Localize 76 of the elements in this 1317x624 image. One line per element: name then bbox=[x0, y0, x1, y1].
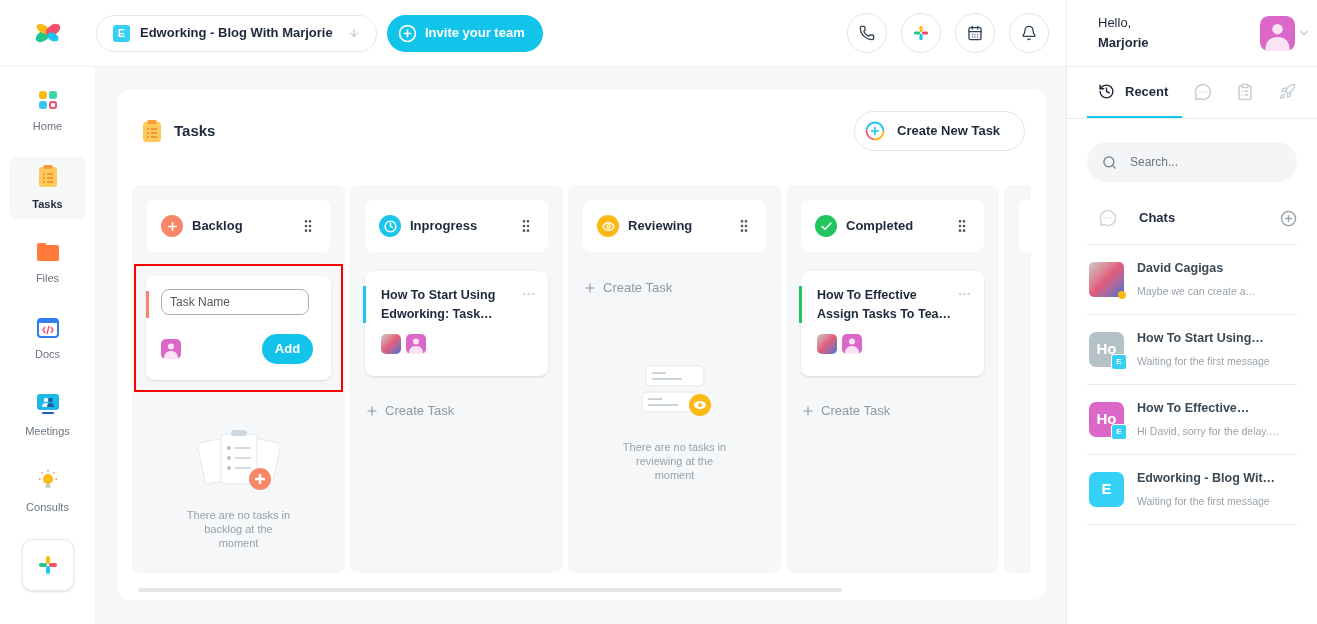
avatar-icon bbox=[842, 334, 862, 354]
sparkle-icon bbox=[913, 25, 929, 41]
board-title: Tasks bbox=[174, 120, 216, 141]
sidebar-item[interactable]: Consults bbox=[9, 461, 86, 523]
grid-icon bbox=[37, 89, 58, 110]
accent-bar bbox=[363, 286, 366, 323]
chat-preview: Maybe we can create a… bbox=[1137, 284, 1257, 299]
chat-name: David Cagigas bbox=[1137, 260, 1225, 278]
monitor-people-icon bbox=[35, 392, 60, 415]
sidebar-item[interactable]: Tasks bbox=[9, 157, 86, 219]
chat-item[interactable]: E Edworking - Blog Wit… Waiting for the first message bbox=[1087, 455, 1297, 525]
plus-circle-icon bbox=[1280, 209, 1297, 227]
search-field[interactable]: Search... bbox=[1087, 142, 1297, 182]
folder-icon bbox=[35, 241, 60, 262]
task-card[interactable]: How To Effective Assign Tasks To Tea… bbox=[801, 271, 984, 376]
column-title: Backlog bbox=[192, 217, 243, 236]
plus-icon bbox=[801, 403, 815, 418]
avatar-icon bbox=[406, 334, 426, 354]
chat-preview: Waiting for the first message bbox=[1137, 494, 1271, 509]
chat-item[interactable]: David Cagigas Maybe we can create a… bbox=[1087, 245, 1297, 315]
accent-bar bbox=[799, 286, 802, 323]
chat-item[interactable]: Ho E How To Start Using… Waiting for the first message bbox=[1087, 315, 1297, 385]
greeting-text: Hello, bbox=[1098, 14, 1133, 32]
workspace-badge: E bbox=[1111, 424, 1127, 440]
photo-placeholder bbox=[1089, 262, 1124, 297]
task-card[interactable]: How To Start Using Edworking: Task… bbox=[365, 271, 548, 376]
bell-icon bbox=[1021, 25, 1037, 41]
chat-name: How To Start Using… bbox=[1137, 330, 1265, 348]
panel-tab[interactable]: Recent bbox=[1087, 67, 1182, 118]
sidebar-item[interactable]: Docs bbox=[9, 309, 86, 371]
arrow-down-icon bbox=[348, 27, 360, 39]
code-window-icon bbox=[36, 317, 59, 338]
empty-state-text: There are no tasks in reviewing at the moment bbox=[621, 439, 728, 482]
user-name: Marjorie bbox=[1098, 34, 1149, 52]
sidebar-item[interactable]: Home bbox=[9, 81, 86, 143]
chat-preview: Hi David, sorry for the delay.… bbox=[1137, 424, 1280, 439]
chat-name: Edworking - Blog Wit… bbox=[1137, 470, 1276, 488]
column-title: Reviewing bbox=[628, 217, 693, 236]
clipboard-icon bbox=[142, 119, 162, 143]
column-title: Inprogress bbox=[410, 217, 478, 236]
sidebar-item[interactable]: Files bbox=[9, 233, 86, 295]
workspace-badge: E bbox=[1111, 354, 1127, 370]
chat-avatar: E bbox=[1089, 472, 1124, 507]
calendar-icon bbox=[967, 25, 983, 41]
task-title: How To Start Using Edworking: Task… bbox=[381, 287, 497, 323]
avatar-icon bbox=[1260, 15, 1295, 51]
sidebar-item[interactable]: Meetings bbox=[9, 385, 86, 447]
gradient-plus-icon bbox=[865, 121, 885, 141]
chat-bubble-icon bbox=[1194, 82, 1212, 101]
history-icon bbox=[1098, 83, 1115, 100]
workspace-badge: E bbox=[113, 24, 130, 42]
lightbulb-icon bbox=[36, 468, 59, 491]
search-input[interactable]: Search... bbox=[1130, 153, 1260, 171]
task-name-field[interactable]: Task Name bbox=[161, 289, 309, 315]
phone-icon bbox=[859, 25, 875, 41]
accent-bar bbox=[146, 291, 149, 318]
photo-placeholder bbox=[817, 334, 837, 354]
task-title: How To Effective Assign Tasks To Tea… bbox=[817, 287, 953, 323]
add-app-button[interactable] bbox=[21, 539, 74, 591]
sparkle-icon bbox=[37, 555, 58, 575]
rocket-icon bbox=[1278, 83, 1296, 100]
chat-name: How To Effective… bbox=[1137, 400, 1251, 418]
empty-state-text: There are no tasks in backlog at the moment bbox=[185, 508, 292, 550]
plus-icon bbox=[365, 403, 379, 418]
plus-icon bbox=[583, 280, 597, 295]
column-title: Completed bbox=[846, 217, 914, 236]
plus-circle-icon bbox=[398, 23, 417, 43]
checklist-icon bbox=[1236, 82, 1254, 101]
search-icon bbox=[1102, 154, 1117, 170]
chat-item[interactable]: Ho E How To Effective… Hi David, sorry for the delay.… bbox=[1087, 385, 1297, 455]
photo-placeholder bbox=[381, 334, 401, 354]
chats-heading: Chats bbox=[1139, 209, 1176, 228]
chat-bubble-icon bbox=[1099, 209, 1117, 227]
chat-preview: Waiting for the first message bbox=[1137, 354, 1270, 369]
avatar-icon bbox=[161, 339, 181, 359]
clipboard-icon bbox=[37, 163, 58, 188]
